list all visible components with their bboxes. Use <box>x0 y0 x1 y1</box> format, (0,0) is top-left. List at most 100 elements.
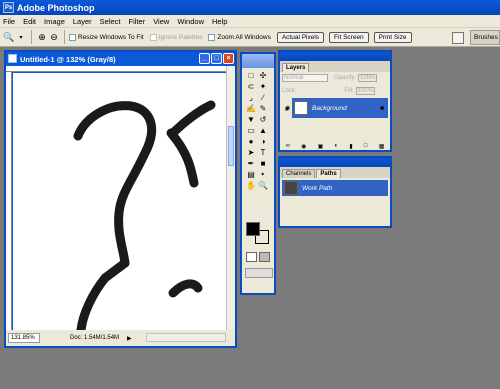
tab-paths[interactable]: Paths <box>316 169 341 178</box>
healing-brush-icon[interactable]: ✍ <box>245 103 257 114</box>
ignore-palettes-label: Ignore Palettes <box>158 33 203 41</box>
layers-panel-header[interactable] <box>280 52 390 61</box>
photoshop-logo-icon: Ps <box>3 2 14 13</box>
trash-icon[interactable]: ▦ <box>379 143 385 150</box>
menu-file[interactable]: File <box>3 17 15 26</box>
paint-bucket-icon[interactable]: ▲ <box>257 125 269 136</box>
lock-icon: ■ <box>380 104 384 112</box>
blur-tool-icon[interactable]: ● <box>245 136 257 147</box>
marquee-tool-icon[interactable]: □ <box>245 70 257 81</box>
crop-tool-icon[interactable]: ⌟ <box>245 92 257 103</box>
opacity-label: Opacity: <box>334 75 357 81</box>
app-title-bar: Ps Adobe Photoshop <box>0 0 500 15</box>
close-button[interactable]: × <box>223 53 234 64</box>
divider <box>31 30 32 44</box>
link-icon[interactable]: ∞ <box>286 143 290 149</box>
zoom-tool-icon[interactable]: 🔍 <box>257 180 269 191</box>
resize-windows-label: Resize Windows To Fit <box>78 33 144 41</box>
group-folder-icon[interactable]: ▮ <box>349 143 352 150</box>
layer-row-background[interactable]: ◉ Background ■ <box>282 98 388 118</box>
tab-channels[interactable]: Channels <box>282 169 316 178</box>
eye-visibility-icon[interactable]: ◉ <box>282 98 292 118</box>
magic-wand-icon[interactable]: ✦ <box>257 81 269 92</box>
toolbox: □ ✣ ⊂ ✦ ⌟ ∕ ✍ ✎ ▼ ↺ ▭ ▲ ● ◑ ➤ T ✒ ■ ▤ ‣ ✋ 🔍 <box>240 52 276 295</box>
tab-layers[interactable]: Layers <box>282 63 310 72</box>
maximize-button[interactable]: □ <box>211 53 222 64</box>
document-title-bar[interactable]: Untitled-1 @ 132% (Gray/8) _ □ × <box>6 52 235 66</box>
menu-window[interactable]: Window <box>177 17 204 26</box>
history-brush-icon[interactable]: ↺ <box>257 114 269 125</box>
paths-panel: Channels Paths Work Path <box>278 156 392 228</box>
layer-style-icon[interactable]: ◉ <box>301 143 306 150</box>
new-layer-icon[interactable]: □ <box>364 143 368 149</box>
dodge-tool-icon[interactable]: ◑ <box>257 136 269 147</box>
zoom-out-icon[interactable]: ⊖ <box>48 31 60 43</box>
tool-preset-dropdown-icon[interactable]: ▾ <box>15 31 27 43</box>
document-status-bar: 131.85% Doc: 1.54M/1.54M ▶ <box>6 330 235 346</box>
zoom-level-field[interactable]: 131.85% <box>8 333 40 343</box>
document-size: Doc: 1.54M/1.54M <box>70 335 120 341</box>
move-tool-icon[interactable]: ✣ <box>257 70 269 81</box>
mask-icon[interactable]: ▣ <box>318 143 324 150</box>
layer-thumbnail <box>294 101 308 115</box>
menu-help[interactable]: Help <box>212 17 227 26</box>
layers-footer: ∞ ◉ ▣ ◐ ▮ □ ▦ <box>280 142 390 150</box>
document-title: Untitled-1 @ 132% (Gray/8) <box>20 54 116 64</box>
print-size-button[interactable]: Print Size <box>373 31 412 43</box>
screen-mode-icon[interactable] <box>245 268 273 278</box>
slice-tool-icon[interactable]: ∕ <box>257 92 269 103</box>
layers-tabs: Layers <box>280 61 390 72</box>
brushes-palette-tab[interactable]: Brushes <box>470 30 500 45</box>
options-bar: 🔍 ▾ ⊕ ⊖ Resize Windows To Fit Ignore Pal… <box>0 28 500 47</box>
horizontal-scrollbar[interactable] <box>146 333 226 342</box>
image-canvas[interactable] <box>13 73 226 330</box>
horizontal-ruler <box>6 66 235 72</box>
adjustment-icon[interactable]: ◐ <box>334 143 338 149</box>
scroll-thumb[interactable] <box>228 126 234 166</box>
blend-mode-select[interactable]: Normal <box>282 74 328 82</box>
menu-filter[interactable]: Filter <box>129 17 146 26</box>
notes-tool-icon[interactable]: ▤ <box>245 169 257 180</box>
opacity-field[interactable]: 100% <box>358 74 378 82</box>
brush-strokes <box>73 100 216 330</box>
minimize-button[interactable]: _ <box>199 53 210 64</box>
paths-panel-header[interactable] <box>280 158 390 167</box>
brushes-tab-label: Brushes <box>474 34 498 41</box>
menu-edit[interactable]: Edit <box>23 17 36 26</box>
foreground-color-swatch[interactable] <box>246 222 260 236</box>
menu-image[interactable]: Image <box>44 17 65 26</box>
zoom-all-windows-checkbox[interactable]: Zoom All Windows <box>208 33 271 41</box>
layers-panel: Layers Normal Opacity: 100% Lock: Fill: … <box>278 50 392 152</box>
path-selection-icon[interactable]: ➤ <box>245 147 257 158</box>
status-menu-arrow-icon[interactable]: ▶ <box>127 335 132 342</box>
zoom-all-label: Zoom All Windows <box>217 33 271 41</box>
hand-tool-icon[interactable]: ✋ <box>245 180 257 191</box>
eyedropper-icon[interactable]: ‣ <box>257 169 269 180</box>
document-window: Untitled-1 @ 132% (Gray/8) _ □ × 131.85%… <box>4 50 237 348</box>
eraser-tool-icon[interactable]: ▭ <box>245 125 257 136</box>
jump-to-imageready-icon[interactable] <box>247 282 271 292</box>
type-tool-icon[interactable]: T <box>257 147 269 158</box>
zoom-in-icon[interactable]: ⊕ <box>36 31 48 43</box>
lasso-tool-icon[interactable]: ⊂ <box>245 81 257 92</box>
clone-stamp-icon[interactable]: ▼ <box>245 114 257 125</box>
quick-mask-icon[interactable] <box>259 252 270 262</box>
fill-field[interactable]: 100% <box>355 87 376 95</box>
menu-view[interactable]: View <box>153 17 169 26</box>
shape-tool-icon[interactable]: ■ <box>257 158 269 169</box>
ignore-palettes-checkbox: Ignore Palettes <box>149 33 203 41</box>
standard-mode-icon[interactable] <box>246 252 257 262</box>
menu-layer[interactable]: Layer <box>73 17 92 26</box>
resize-windows-checkbox[interactable]: Resize Windows To Fit <box>69 33 144 41</box>
zoom-tool-icon[interactable]: 🔍 <box>3 31 15 43</box>
toolbox-header[interactable] <box>242 54 274 68</box>
actual-pixels-button[interactable]: Actual Pixels <box>276 31 325 43</box>
file-browser-icon[interactable] <box>452 32 464 44</box>
brush-tool-icon[interactable]: ✎ <box>257 103 269 114</box>
menu-select[interactable]: Select <box>100 17 121 26</box>
menu-bar: File Edit Image Layer Select Filter View… <box>0 15 500 28</box>
pen-tool-icon[interactable]: ✒ <box>245 158 257 169</box>
vertical-scrollbar[interactable] <box>226 66 235 330</box>
path-row-work-path[interactable]: Work Path <box>282 180 388 196</box>
fit-screen-button[interactable]: Fit Screen <box>329 31 369 43</box>
